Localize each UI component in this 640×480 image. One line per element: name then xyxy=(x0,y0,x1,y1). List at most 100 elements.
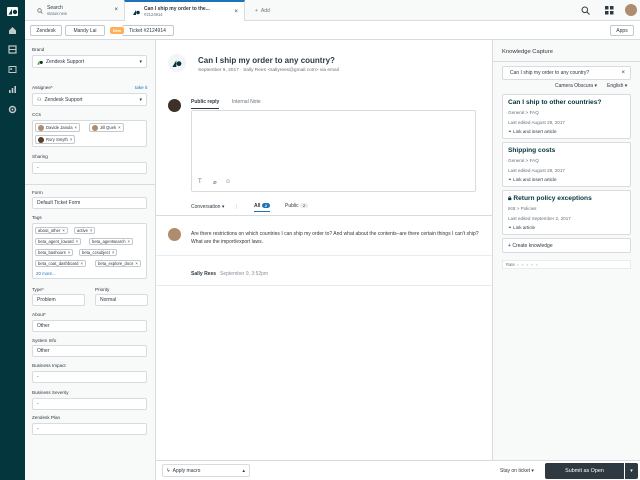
text-format-icon[interactable]: T xyxy=(198,179,202,185)
tag-chip[interactable]: beta_bashours × xyxy=(35,249,74,256)
filter-public[interactable]: Public 2 xyxy=(285,203,309,209)
tab-search[interactable]: Search status:new × xyxy=(29,0,124,21)
tag-chip[interactable]: beta_agent_loward × xyxy=(35,238,82,245)
cc-chip[interactable]: Rory Smyth × xyxy=(35,135,76,144)
tag-chip[interactable]: beta_explore_docs × xyxy=(95,260,141,267)
business-severity-select[interactable]: - xyxy=(32,398,147,410)
business-severity-value: - xyxy=(37,401,39,407)
create-knowledge-button[interactable]: + Create knowledge xyxy=(502,238,631,253)
stay-on-ticket-select[interactable]: Stay on ticket ▾ xyxy=(500,468,534,474)
tag-label: beta_agent_loward xyxy=(38,239,74,244)
close-icon[interactable]: × xyxy=(112,250,114,255)
more-tags-link[interactable]: 20 more... xyxy=(36,271,56,276)
link-insert-button[interactable]: ⚭ Link and insert article xyxy=(508,129,557,135)
link-insert-button[interactable]: ⚭ Link and insert article xyxy=(508,177,557,183)
article-card[interactable]: 🔒︎ Return policy exceptions IKB > Polici… xyxy=(502,190,631,235)
add-tab-button[interactable]: + Add xyxy=(247,0,287,21)
tab-title: Can I ship my order to the... xyxy=(144,5,210,12)
link-insert-label: Link and insert article xyxy=(513,177,557,182)
ticket-meta: September 9, 2017 · Sally Rees <sallyree… xyxy=(198,68,339,73)
business-impact-select[interactable]: - xyxy=(32,371,147,383)
reply-editor[interactable] xyxy=(191,110,476,192)
requester-avatar xyxy=(168,228,181,241)
apply-macro-select[interactable]: ϟ Apply macro ▴ xyxy=(162,464,250,477)
star-rating-icon[interactable]: ★★★★★ xyxy=(516,262,540,267)
close-icon[interactable]: × xyxy=(76,239,78,244)
cc-chip[interactable]: Jill Quek × xyxy=(89,123,124,132)
breadcrumb-ticket[interactable]: Ticket #2124914 xyxy=(122,25,174,36)
home-icon[interactable] xyxy=(7,25,18,35)
filter-all[interactable]: All 2 xyxy=(254,203,271,212)
close-icon[interactable]: × xyxy=(128,239,130,244)
business-severity-label: Business Severity xyxy=(32,390,69,395)
tag-chip[interactable]: about_other × xyxy=(35,227,68,234)
priority-select[interactable]: Normal xyxy=(95,294,148,306)
tab-subtitle: #2124914 xyxy=(144,11,163,17)
search-icon[interactable] xyxy=(581,6,590,15)
language-filter[interactable]: English ▾ xyxy=(607,83,627,89)
zendesk-logo-icon[interactable] xyxy=(7,7,18,16)
close-icon[interactable]: × xyxy=(81,261,83,266)
apply-macro-label: Apply macro xyxy=(172,467,201,474)
tag-label: beta_coat_dashboard xyxy=(38,261,79,266)
knowledge-search-input[interactable]: Can I ship my order to any country? × xyxy=(502,66,631,80)
apps-button[interactable]: Apps xyxy=(610,25,634,36)
zendesk-plan-select[interactable]: - xyxy=(32,423,147,435)
article-card[interactable]: Shipping costs General > FAQ Last edited… xyxy=(502,142,631,187)
avatar[interactable] xyxy=(625,4,637,16)
tab-ticket[interactable]: Can I ship my order to the... #2124914 × xyxy=(124,0,245,21)
views-icon[interactable] xyxy=(7,44,18,54)
close-icon[interactable]: × xyxy=(75,125,77,130)
article-card[interactable]: Can I ship to other countries? General >… xyxy=(502,94,631,139)
article-title[interactable]: Can I ship to other countries? xyxy=(508,99,601,106)
close-icon[interactable]: × xyxy=(62,228,64,233)
product-tray-icon[interactable] xyxy=(605,6,614,15)
divider: | xyxy=(236,204,238,210)
assignee-select[interactable]: ⚇ Zendesk Support ▾ xyxy=(32,93,147,106)
brand-select[interactable]: Zendesk Support ▾ xyxy=(32,55,147,68)
tag-chip[interactable]: beta_coat_dashboard × xyxy=(35,260,86,267)
breadcrumb-org[interactable]: Zendesk xyxy=(30,25,62,36)
conversation-filter[interactable]: Conversation ▾ xyxy=(191,204,224,210)
chevron-up-icon: ▴ xyxy=(242,467,245,474)
close-icon[interactable]: × xyxy=(118,125,120,130)
brand-filter[interactable]: Camera Obscura ▾ xyxy=(555,83,597,89)
sharing-select[interactable]: - xyxy=(32,162,147,174)
zendesk-plan-label: Zendesk Plan xyxy=(32,415,61,420)
filter-public-label: Public xyxy=(285,203,299,209)
link-article-button[interactable]: ⚭ Link article xyxy=(508,225,535,231)
submit-button[interactable]: Submit as Open xyxy=(545,463,624,479)
close-icon[interactable]: × xyxy=(114,7,118,13)
close-icon[interactable]: × xyxy=(70,137,72,142)
form-select[interactable]: Default Ticket Form xyxy=(32,197,147,209)
rate-bar[interactable]: Rate ★★★★★ xyxy=(502,260,631,269)
close-icon[interactable]: × xyxy=(68,250,70,255)
cc-chip[interactable]: Davide Janula × xyxy=(35,123,80,132)
attachment-icon[interactable]: ⌀ xyxy=(213,179,217,186)
tab-internal-note[interactable]: Internal Note xyxy=(232,99,261,105)
close-icon[interactable]: × xyxy=(234,9,238,15)
breadcrumb-user[interactable]: Mandy Lai xyxy=(65,25,105,36)
type-select[interactable]: Problem xyxy=(32,294,85,306)
article-title[interactable]: 🔒︎ Return policy exceptions xyxy=(508,195,592,203)
tab-bar: Search status:new × Can I ship my order t… xyxy=(25,0,640,21)
business-impact-label: Business Impact xyxy=(32,363,66,368)
tag-chip[interactable]: active × xyxy=(74,227,96,234)
left-nav xyxy=(0,0,25,480)
submit-options-button[interactable]: ▾ xyxy=(625,463,638,479)
tab-public-reply[interactable]: Public reply xyxy=(191,99,220,109)
article-title[interactable]: Shipping costs xyxy=(508,147,555,154)
tag-chip[interactable]: beta_agentsearch × xyxy=(89,238,133,245)
close-icon[interactable]: × xyxy=(135,261,137,266)
system-info-select[interactable]: Other xyxy=(32,345,147,357)
customers-icon[interactable] xyxy=(7,64,18,74)
close-icon[interactable]: × xyxy=(621,70,625,76)
emoji-icon[interactable]: ☺ xyxy=(225,179,231,185)
take-it-link[interactable]: take it xyxy=(135,85,147,90)
tag-chip[interactable]: beta_ccsubject × xyxy=(79,249,118,256)
about-select[interactable]: Other xyxy=(32,320,147,332)
reports-icon[interactable] xyxy=(7,84,18,94)
close-icon[interactable]: × xyxy=(90,228,92,233)
language-filter-value: English xyxy=(607,83,624,89)
admin-icon[interactable] xyxy=(7,104,18,114)
